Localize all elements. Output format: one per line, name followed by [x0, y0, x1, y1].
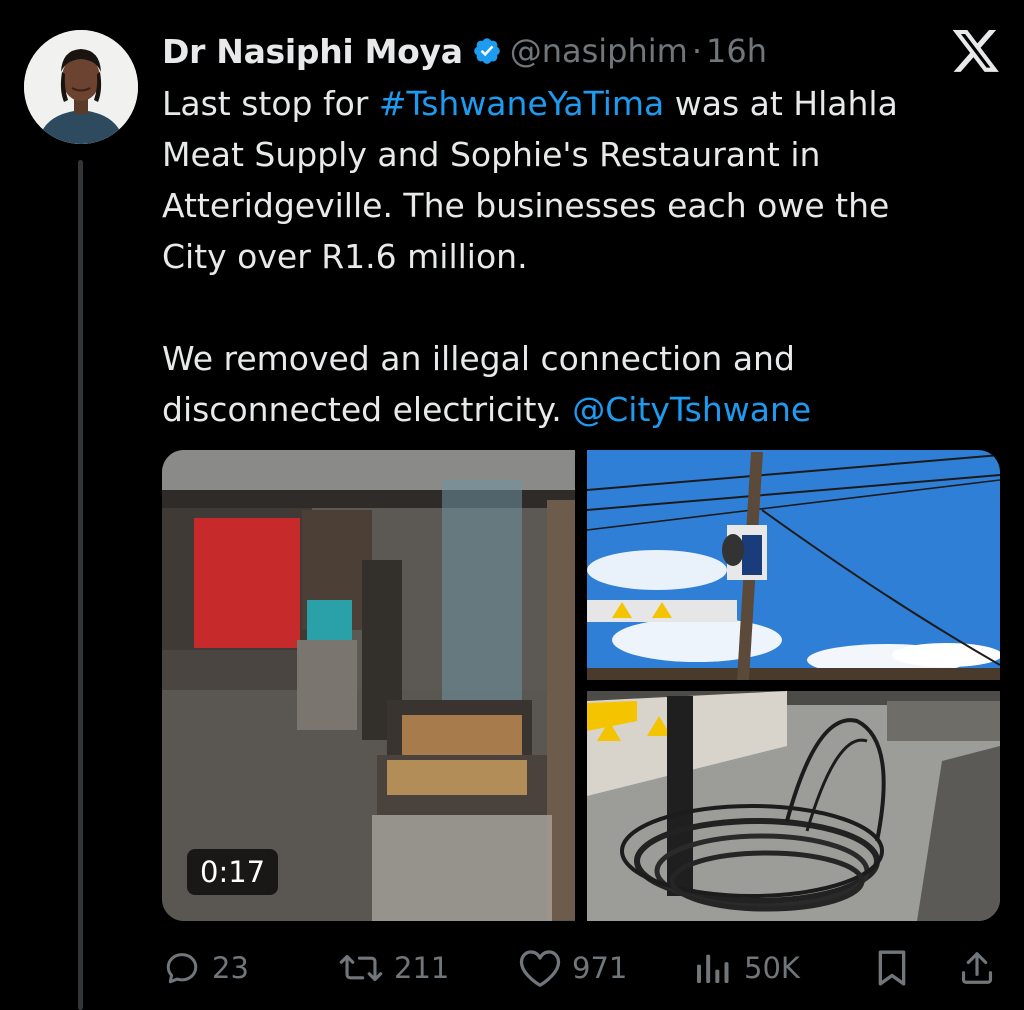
tweet: Dr Nasiphi Moya @nasiphim · 16h Last sto… — [0, 0, 1024, 1010]
power-pole-sky-icon — [587, 450, 1000, 680]
tweet-header: Dr Nasiphi Moya @nasiphim · 16h — [162, 26, 767, 76]
tweet-text: Last stop for #TshwaneYaTima was at Hlah… — [162, 78, 992, 435]
x-logo-icon[interactable] — [950, 30, 1002, 76]
tweet-timestamp[interactable]: 16h — [706, 32, 767, 70]
like-count: 971 — [572, 951, 628, 985]
text-span: Last stop for — [162, 84, 379, 123]
profile-photo-icon — [24, 30, 138, 144]
video-duration: 0:17 — [187, 849, 279, 895]
reply-button[interactable]: 23 — [162, 942, 249, 994]
tweet-line-3: Atteridgeville. The businesses each owe … — [162, 186, 890, 225]
share-button[interactable] — [958, 942, 1006, 994]
coiled-cable-icon — [587, 691, 1000, 921]
repost-count: 211 — [394, 951, 450, 985]
mention-link[interactable]: @CityTshwane — [572, 390, 811, 429]
heart-icon — [519, 950, 561, 987]
repost-icon — [339, 954, 383, 982]
image-cable-coil[interactable] — [587, 691, 1000, 921]
bookmark-button[interactable] — [874, 942, 920, 994]
action-bar: 23 211 971 50K — [162, 942, 1000, 994]
author-handle[interactable]: @nasiphim — [510, 32, 688, 70]
views-button[interactable]: 50K — [690, 942, 800, 994]
image-power-pole[interactable] — [587, 450, 1000, 680]
avatar[interactable] — [24, 30, 138, 144]
tweet-line-5: We removed an illegal connection and — [162, 339, 795, 378]
separator-dot: · — [691, 32, 702, 70]
share-icon — [961, 952, 993, 984]
tweet-line-4: City over R1.6 million. — [162, 237, 528, 276]
media-grid: 0:17 — [162, 450, 1000, 921]
like-button[interactable]: 971 — [518, 942, 627, 994]
thread-line — [78, 160, 83, 1010]
views-chart-icon — [697, 954, 729, 983]
bookmark-icon — [878, 950, 906, 986]
text-span: was at Hlahla — [664, 84, 898, 123]
reply-icon — [166, 953, 198, 984]
reply-count: 23 — [212, 951, 249, 985]
views-count: 50K — [744, 951, 800, 985]
tweet-line-1: Last stop for #TshwaneYaTima was at Hlah… — [162, 78, 992, 129]
tweet-line-2: Meat Supply and Sophie's Restaurant in — [162, 135, 821, 174]
verified-badge-icon — [472, 36, 502, 66]
repost-button[interactable]: 211 — [338, 942, 449, 994]
text-span: disconnected electricity. — [162, 390, 573, 429]
tweet-line-6: disconnected electricity. @CityTshwane — [162, 384, 992, 435]
author-name[interactable]: Dr Nasiphi Moya — [162, 32, 463, 71]
hashtag-link[interactable]: #TshwaneYaTima — [379, 84, 664, 123]
video-player[interactable]: 0:17 — [162, 450, 575, 921]
